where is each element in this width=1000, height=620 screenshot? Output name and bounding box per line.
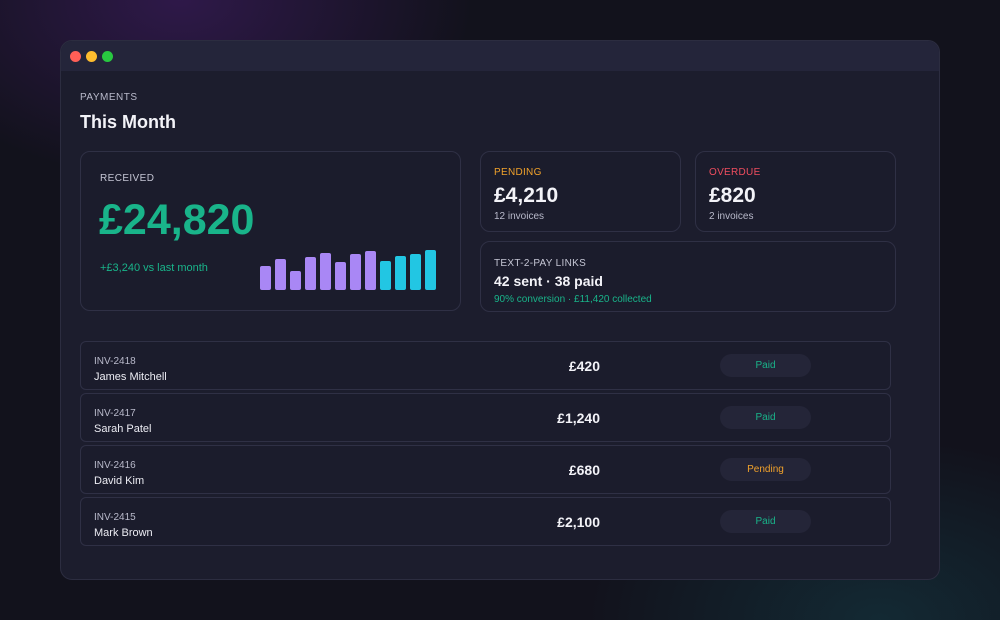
received-delta: +£3,240 vs last month xyxy=(100,262,208,274)
pending-count: 12 invoices xyxy=(494,211,545,222)
invoice-customer: James Mitchell xyxy=(94,371,167,383)
app-window: PAYMENTS This Month RECEIVED £24,820 +£3… xyxy=(60,40,940,580)
status-badge: Paid xyxy=(720,354,811,377)
close-window-button[interactable] xyxy=(70,50,81,62)
invoice-row[interactable]: INV-2416 David Kim £680 Pending xyxy=(80,445,891,494)
invoice-id: INV-2415 xyxy=(94,512,136,523)
invoice-customer: David Kim xyxy=(94,475,145,487)
invoice-amount: £2,100 xyxy=(557,514,600,530)
overdue-value: £820 xyxy=(709,184,756,207)
invoice-amount: £680 xyxy=(568,462,600,478)
status-badge: Paid xyxy=(720,510,811,533)
invoice-list: INV-2418 James Mitchell £420 Paid INV-24… xyxy=(80,341,891,549)
invoice-id: INV-2417 xyxy=(94,408,136,419)
status-badge: Pending xyxy=(720,458,811,481)
sparkline-bar xyxy=(275,259,286,290)
pending-value: £4,210 xyxy=(494,184,559,207)
pending-label: PENDING xyxy=(494,167,542,178)
sparkline-bar xyxy=(350,254,361,290)
section-eyebrow: PAYMENTS xyxy=(80,92,138,103)
received-sparkline xyxy=(260,250,438,290)
invoice-amount: £420 xyxy=(568,358,600,374)
sparkline-bar xyxy=(395,256,406,290)
invoice-customer: Sarah Patel xyxy=(94,423,152,435)
sparkline-bar xyxy=(410,254,421,290)
status-badge: Paid xyxy=(720,406,811,429)
received-label: RECEIVED xyxy=(100,173,155,184)
text-to-pay-card[interactable]: TEXT-2-PAY LINKS 42 sent · 38 paid 90% c… xyxy=(480,241,896,312)
title-bar xyxy=(61,41,939,71)
text-to-pay-value: 42 sent · 38 paid xyxy=(494,273,603,289)
text-to-pay-label: TEXT-2-PAY LINKS xyxy=(494,258,587,269)
pending-card[interactable]: PENDING £4,210 12 invoices xyxy=(480,151,681,232)
overdue-card[interactable]: OVERDUE £820 2 invoices xyxy=(695,151,896,232)
received-amount: £24,820 xyxy=(99,196,255,244)
invoice-row[interactable]: INV-2415 Mark Brown £2,100 Paid xyxy=(80,497,891,546)
overdue-label: OVERDUE xyxy=(709,167,761,178)
minimize-window-button[interactable] xyxy=(86,50,97,62)
invoice-row[interactable]: INV-2417 Sarah Patel £1,240 Paid xyxy=(80,393,891,442)
sparkline-bar xyxy=(290,271,301,290)
maximize-window-button[interactable] xyxy=(102,50,113,62)
sparkline-bar xyxy=(365,251,376,290)
sparkline-bar xyxy=(380,261,391,290)
received-card: RECEIVED £24,820 +£3,240 vs last month xyxy=(80,151,461,311)
text-to-pay-conversion: 90% conversion · £11,420 collected xyxy=(494,294,652,305)
sparkline-bar xyxy=(260,266,271,290)
sparkline-bar xyxy=(320,253,331,290)
sparkline-bar xyxy=(305,257,316,290)
invoice-id: INV-2416 xyxy=(94,460,136,471)
page-title: This Month xyxy=(80,112,176,132)
invoice-row[interactable]: INV-2418 James Mitchell £420 Paid xyxy=(80,341,891,390)
invoice-customer: Mark Brown xyxy=(94,527,153,539)
sparkline-bar xyxy=(335,262,346,290)
invoice-id: INV-2418 xyxy=(94,356,136,367)
overdue-count: 2 invoices xyxy=(709,211,754,222)
sparkline-bar xyxy=(425,250,436,290)
invoice-amount: £1,240 xyxy=(557,410,600,426)
